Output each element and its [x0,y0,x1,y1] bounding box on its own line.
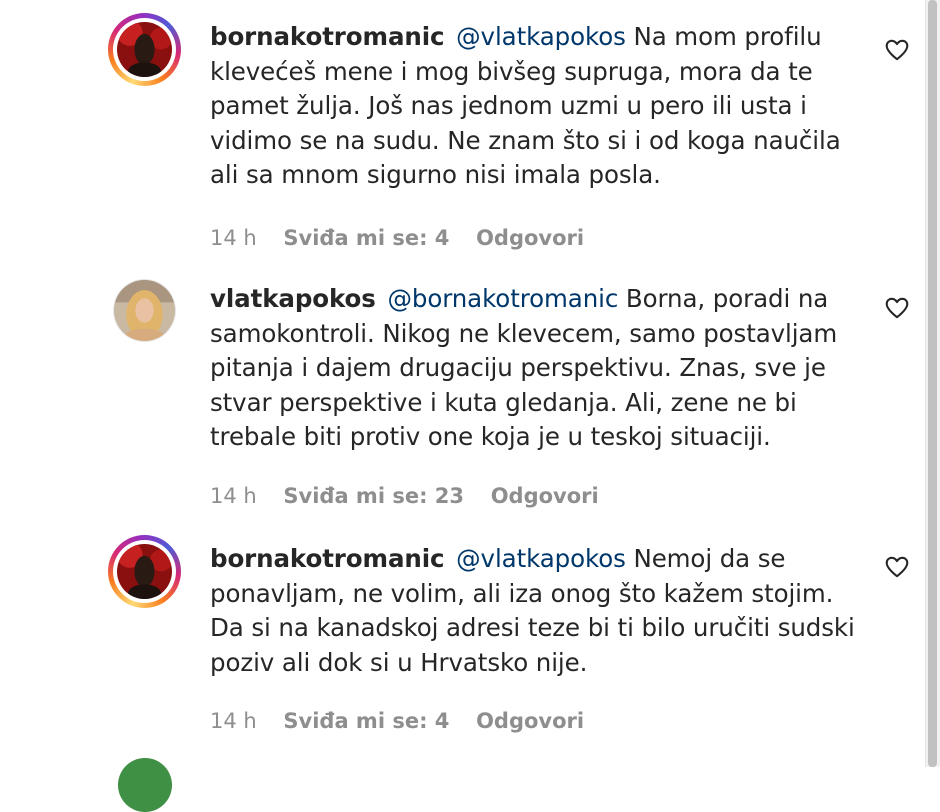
comment-username[interactable]: bornakotromanic [210,544,445,573]
comment-item: bornakotromanic @vlatkapokos Nemoj da se… [0,522,925,757]
avatar-photo [117,544,172,599]
avatar[interactable] [108,13,181,86]
reply-button[interactable]: Odgovori [476,709,584,733]
comment-text: bornakotromanic @vlatkapokos Nemoj da se… [210,542,870,680]
comment-meta: 14 h Sviđa mi se: 23 Odgovori [210,484,619,508]
reply-button[interactable]: Odgovori [476,226,584,250]
comment-username[interactable]: bornakotromanic [210,22,445,51]
avatar[interactable] [113,279,176,342]
comment-mention[interactable]: @bornakotromanic [387,284,618,313]
comment-time[interactable]: 14 h [210,709,257,733]
heart-outline-icon[interactable] [884,37,910,63]
comment-likes[interactable]: Sviđa mi se: 23 [283,484,464,508]
comment-meta: 14 h Sviđa mi se: 4 Odgovori [210,226,604,250]
avatar[interactable] [118,758,172,812]
comment-mention[interactable]: @vlatkapokos [456,544,626,573]
avatar-photo [114,280,175,341]
comment-item: vlatkapokos @bornakotromanic Borna, pora… [0,262,925,522]
comment-text: vlatkapokos @bornakotromanic Borna, pora… [210,282,870,455]
comment-time[interactable]: 14 h [210,226,257,250]
comment-text: bornakotromanic @vlatkapokos Na mom prof… [210,20,870,193]
heart-outline-icon[interactable] [884,554,910,580]
comment-likes[interactable]: Sviđa mi se: 4 [283,709,449,733]
comment-item: bornakotromanic @vlatkapokos Na mom prof… [0,0,925,260]
comment-likes[interactable]: Sviđa mi se: 4 [283,226,449,250]
comment-mention[interactable]: @vlatkapokos [456,22,626,51]
comment-meta: 14 h Sviđa mi se: 4 Odgovori [210,709,604,733]
reply-button[interactable]: Odgovori [491,484,599,508]
scrollbar[interactable] [925,0,940,767]
comment-list: bornakotromanic @vlatkapokos Na mom prof… [0,0,925,812]
scrollbar-thumb[interactable] [928,0,937,767]
avatar[interactable] [108,535,181,608]
heart-outline-icon[interactable] [884,295,910,321]
avatar-photo [117,22,172,77]
comment-time[interactable]: 14 h [210,484,257,508]
comment-username[interactable]: vlatkapokos [210,284,376,313]
